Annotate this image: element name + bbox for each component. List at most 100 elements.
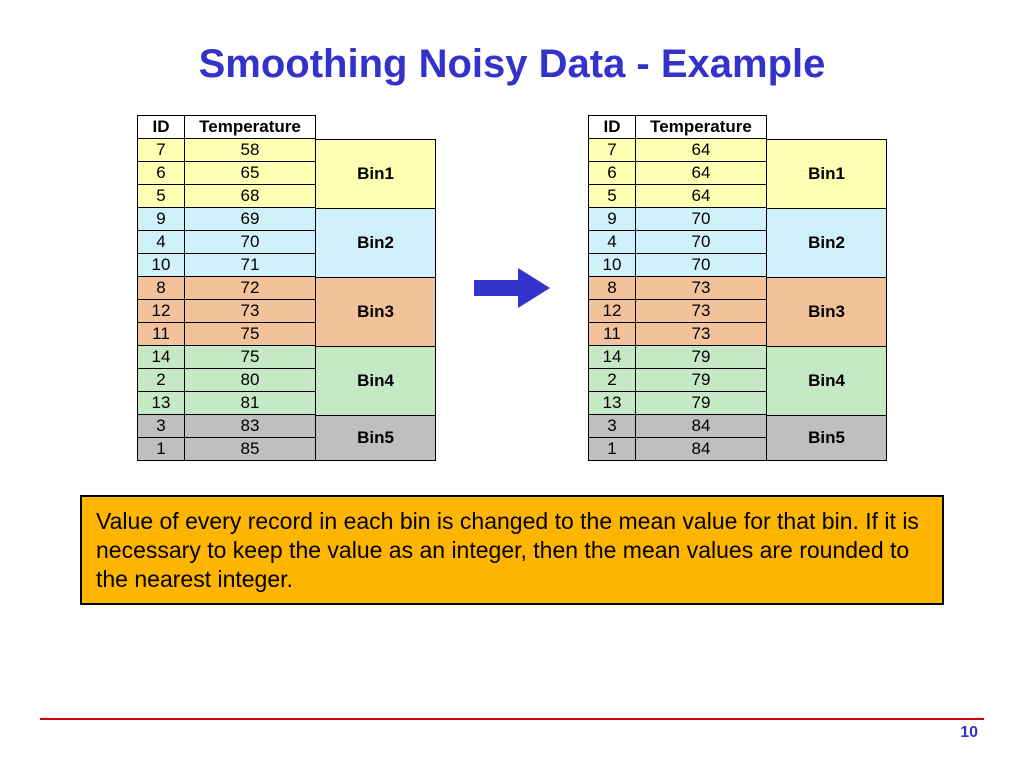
cell-temp: 70 [185,231,316,254]
cell-temp: 73 [636,300,767,323]
table-row: 873 [589,277,767,300]
table-row: 184 [589,438,767,461]
table-row: 1479 [589,346,767,369]
cell-temp: 58 [185,139,316,162]
cell-id: 7 [138,139,185,162]
left-tbody: 7586655689694701071872127311751475280138… [138,139,316,461]
table-row: 1173 [589,323,767,346]
cell-temp: 69 [185,208,316,231]
right-bin-labels: Bin1Bin2Bin3Bin4Bin5 [767,139,887,461]
bin-label: Bin1 [316,139,436,208]
cell-temp: 81 [185,392,316,415]
left-table-wrap: ID Temperature 7586655689694701071872127… [137,115,436,461]
cell-id: 13 [138,392,185,415]
table-row: 279 [589,369,767,392]
cell-temp: 73 [636,323,767,346]
cell-id: 1 [138,438,185,461]
bin-label: Bin3 [316,277,436,346]
table-row: 1379 [589,392,767,415]
table-row: 1070 [589,254,767,277]
cell-temp: 75 [185,346,316,369]
table-row: 1175 [138,323,316,346]
table-row: 969 [138,208,316,231]
cell-temp: 79 [636,346,767,369]
cell-id: 8 [589,277,636,300]
cell-id: 10 [138,254,185,277]
cell-id: 2 [589,369,636,392]
cell-temp: 64 [636,185,767,208]
cell-temp: 84 [636,415,767,438]
footer: 10 [0,718,1024,742]
col-id: ID [138,116,185,139]
col-id: ID [589,116,636,139]
table-row: 665 [138,162,316,185]
bin-label: Bin4 [767,346,887,415]
table-row: 758 [138,139,316,162]
left-table: ID Temperature 7586655689694701071872127… [137,115,316,461]
cell-temp: 84 [636,438,767,461]
cell-temp: 70 [636,254,767,277]
bin-label: Bin2 [316,208,436,277]
cell-temp: 79 [636,392,767,415]
cell-temp: 68 [185,185,316,208]
table-header-row: ID Temperature [589,116,767,139]
cell-temp: 73 [185,300,316,323]
cell-id: 9 [589,208,636,231]
cell-id: 5 [589,185,636,208]
table-row: 1071 [138,254,316,277]
table-row: 1273 [138,300,316,323]
cell-id: 12 [589,300,636,323]
cell-id: 11 [589,323,636,346]
right-table-wrap: ID Temperature 7646645649704701070873127… [588,115,887,461]
cell-temp: 79 [636,369,767,392]
table-header-row: ID Temperature [138,116,316,139]
bin-label: Bin1 [767,139,887,208]
table-row: 664 [589,162,767,185]
explanation-note: Value of every record in each bin is cha… [80,495,944,605]
cell-temp: 64 [636,162,767,185]
cell-temp: 73 [636,277,767,300]
bin-label: Bin4 [316,346,436,415]
cell-id: 4 [138,231,185,254]
cell-id: 10 [589,254,636,277]
table-row: 1381 [138,392,316,415]
slide: Smoothing Noisy Data - Example ID Temper… [0,0,1024,768]
cell-temp: 70 [636,231,767,254]
cell-id: 13 [589,392,636,415]
table-row: 185 [138,438,316,461]
page-number: 10 [40,724,984,742]
bin-label: Bin2 [767,208,887,277]
right-table: ID Temperature 7646645649704701070873127… [588,115,767,461]
cell-id: 7 [589,139,636,162]
cell-temp: 71 [185,254,316,277]
cell-id: 5 [138,185,185,208]
table-row: 384 [589,415,767,438]
cell-id: 3 [589,415,636,438]
bin-label: Bin3 [767,277,887,346]
cell-temp: 65 [185,162,316,185]
tables-row: ID Temperature 7586655689694701071872127… [40,115,984,461]
table-row: 470 [589,231,767,254]
table-row: 1475 [138,346,316,369]
col-temp: Temperature [185,116,316,139]
bin-label: Bin5 [316,415,436,461]
table-row: 383 [138,415,316,438]
table-row: 1273 [589,300,767,323]
col-temp: Temperature [636,116,767,139]
cell-temp: 72 [185,277,316,300]
cell-temp: 64 [636,139,767,162]
cell-id: 8 [138,277,185,300]
cell-temp: 80 [185,369,316,392]
cell-id: 14 [138,346,185,369]
cell-id: 14 [589,346,636,369]
table-row: 568 [138,185,316,208]
cell-temp: 85 [185,438,316,461]
cell-temp: 83 [185,415,316,438]
footer-rule [40,718,984,720]
cell-id: 3 [138,415,185,438]
cell-temp: 75 [185,323,316,346]
arrow-icon [474,266,550,310]
table-row: 564 [589,185,767,208]
cell-id: 6 [589,162,636,185]
cell-id: 6 [138,162,185,185]
